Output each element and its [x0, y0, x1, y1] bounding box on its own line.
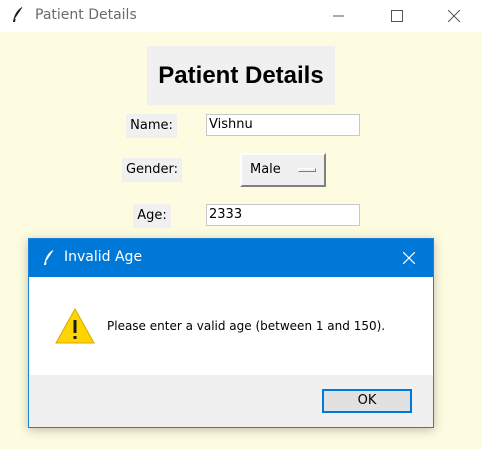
warning-icon [55, 308, 95, 344]
dialog-body: Please enter a valid age (between 1 and … [29, 277, 433, 375]
name-label: Name: [126, 114, 177, 138]
close-icon [448, 10, 460, 22]
dialog-title-bar[interactable]: Invalid Age [29, 239, 433, 277]
form-heading: Patient Details [147, 46, 335, 105]
dialog-title: Invalid Age [64, 249, 143, 265]
option-menu-indicator-icon [298, 168, 316, 172]
invalid-age-dialog: Invalid Age Please enter a valid age (be… [28, 238, 434, 428]
ok-button[interactable]: OK [322, 389, 412, 413]
gender-option-menu[interactable]: Male [240, 153, 326, 187]
maximize-icon [391, 10, 403, 22]
minimize-button[interactable] [316, 0, 362, 32]
tk-feather-icon [13, 6, 24, 22]
gender-label: Gender: [122, 158, 182, 182]
tk-feather-icon [44, 249, 55, 265]
close-icon [403, 252, 415, 264]
dialog-close-button[interactable] [397, 247, 421, 269]
close-button[interactable] [431, 0, 477, 32]
dialog-message: Please enter a valid age (between 1 and … [107, 319, 386, 333]
age-field[interactable]: 2333 [206, 204, 360, 226]
age-label: Age: [133, 204, 171, 228]
name-field[interactable]: Vishnu [206, 114, 360, 136]
maximize-button[interactable] [374, 0, 420, 32]
minimize-icon [333, 15, 344, 17]
dialog-footer: OK [29, 375, 433, 427]
gender-selected-value: Male [250, 162, 281, 177]
window-title-bar[interactable]: Patient Details [0, 0, 482, 32]
window-title: Patient Details [35, 7, 137, 23]
